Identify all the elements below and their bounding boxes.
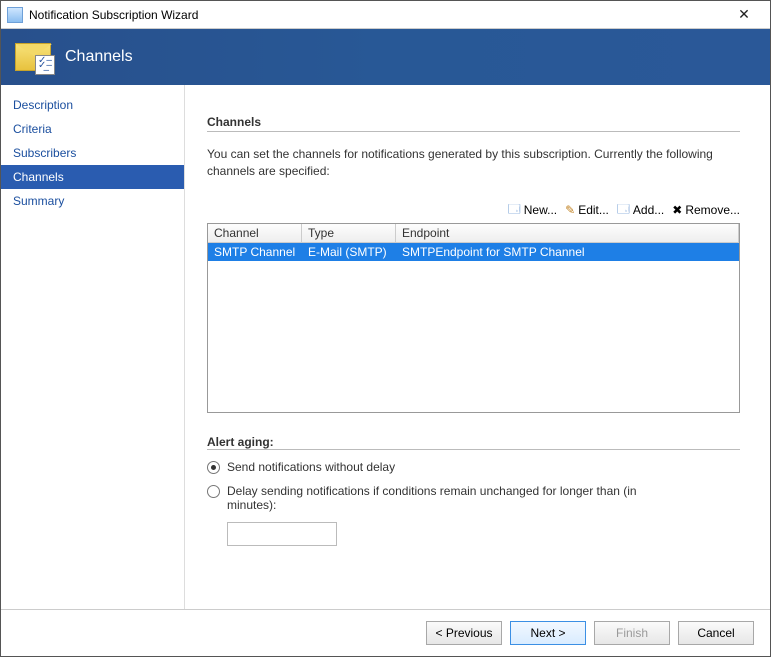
section-description: You can set the channels for notificatio… <box>207 146 740 180</box>
sidebar-item-criteria[interactable]: Criteria <box>1 117 184 141</box>
edit-icon: ✎ <box>565 203 575 217</box>
divider <box>207 449 740 450</box>
sidebar-item-subscribers[interactable]: Subscribers <box>1 141 184 165</box>
sidebar-item-channels[interactable]: Channels <box>1 165 184 189</box>
cancel-label: Cancel <box>697 626 734 640</box>
remove-label: Remove... <box>685 203 740 217</box>
titlebar: Notification Subscription Wizard ✕ <box>1 1 770 29</box>
sidebar: Description Criteria Subscribers Channel… <box>1 85 185 609</box>
radio-icon <box>207 485 220 498</box>
toolbar: 🗔 New... ✎ Edit... 🗔 Add... ✖ Remove... <box>207 200 740 221</box>
wizard-icon <box>7 7 23 23</box>
sidebar-item-summary[interactable]: Summary <box>1 189 184 213</box>
new-label: New... <box>524 203 557 217</box>
alert-aging-heading: Alert aging: <box>207 435 740 449</box>
radio-delay[interactable]: Delay sending notifications if condition… <box>207 484 740 512</box>
cancel-button[interactable]: Cancel <box>678 621 754 645</box>
table-header: Channel Type Endpoint <box>208 224 739 243</box>
new-button[interactable]: 🗔 New... <box>508 200 557 221</box>
add-button[interactable]: 🗔 Add... <box>617 200 664 221</box>
edit-label: Edit... <box>578 203 609 217</box>
delay-minutes-input[interactable] <box>227 522 337 546</box>
previous-label: < Previous <box>435 626 492 640</box>
radio-delay-label: Delay sending notifications if condition… <box>227 484 647 512</box>
cell-endpoint: SMTPEndpoint for SMTP Channel <box>396 243 739 261</box>
divider <box>207 131 740 132</box>
table-row[interactable]: SMTP Channel E-Mail (SMTP) SMTPEndpoint … <box>208 243 739 261</box>
section-heading: Channels <box>207 115 740 129</box>
radio-send-now-label: Send notifications without delay <box>227 460 395 474</box>
edit-button[interactable]: ✎ Edit... <box>565 200 609 221</box>
main-panel: Channels You can set the channels for no… <box>185 85 770 609</box>
finish-button: Finish <box>594 621 670 645</box>
col-channel[interactable]: Channel <box>208 224 302 243</box>
finish-label: Finish <box>616 626 648 640</box>
next-button[interactable]: Next > <box>510 621 586 645</box>
cell-type: E-Mail (SMTP) <box>302 243 396 261</box>
cell-channel: SMTP Channel <box>208 243 302 261</box>
radio-icon <box>207 461 220 474</box>
sidebar-item-description[interactable]: Description <box>1 93 184 117</box>
checklist-icon: ✓– ✓– – <box>35 55 55 75</box>
remove-button[interactable]: ✖ Remove... <box>672 200 740 221</box>
banner-title: Channels <box>65 48 133 66</box>
window-title: Notification Subscription Wizard <box>29 8 724 22</box>
close-button[interactable]: ✕ <box>724 6 764 23</box>
next-label: Next > <box>530 626 565 640</box>
radio-send-now[interactable]: Send notifications without delay <box>207 460 740 474</box>
col-type[interactable]: Type <box>302 224 396 243</box>
add-icon: 🗔 <box>617 200 630 221</box>
new-icon: 🗔 <box>508 200 521 221</box>
previous-button[interactable]: < Previous <box>426 621 502 645</box>
col-endpoint[interactable]: Endpoint <box>396 224 739 243</box>
remove-icon: ✖ <box>672 203 682 217</box>
channels-table: Channel Type Endpoint SMTP Channel E-Mai… <box>207 223 740 413</box>
content: Description Criteria Subscribers Channel… <box>1 85 770 609</box>
banner: ✓– ✓– – Channels <box>1 29 770 85</box>
banner-icon: ✓– ✓– – <box>15 43 65 71</box>
footer: < Previous Next > Finish Cancel <box>1 609 770 655</box>
add-label: Add... <box>633 203 664 217</box>
